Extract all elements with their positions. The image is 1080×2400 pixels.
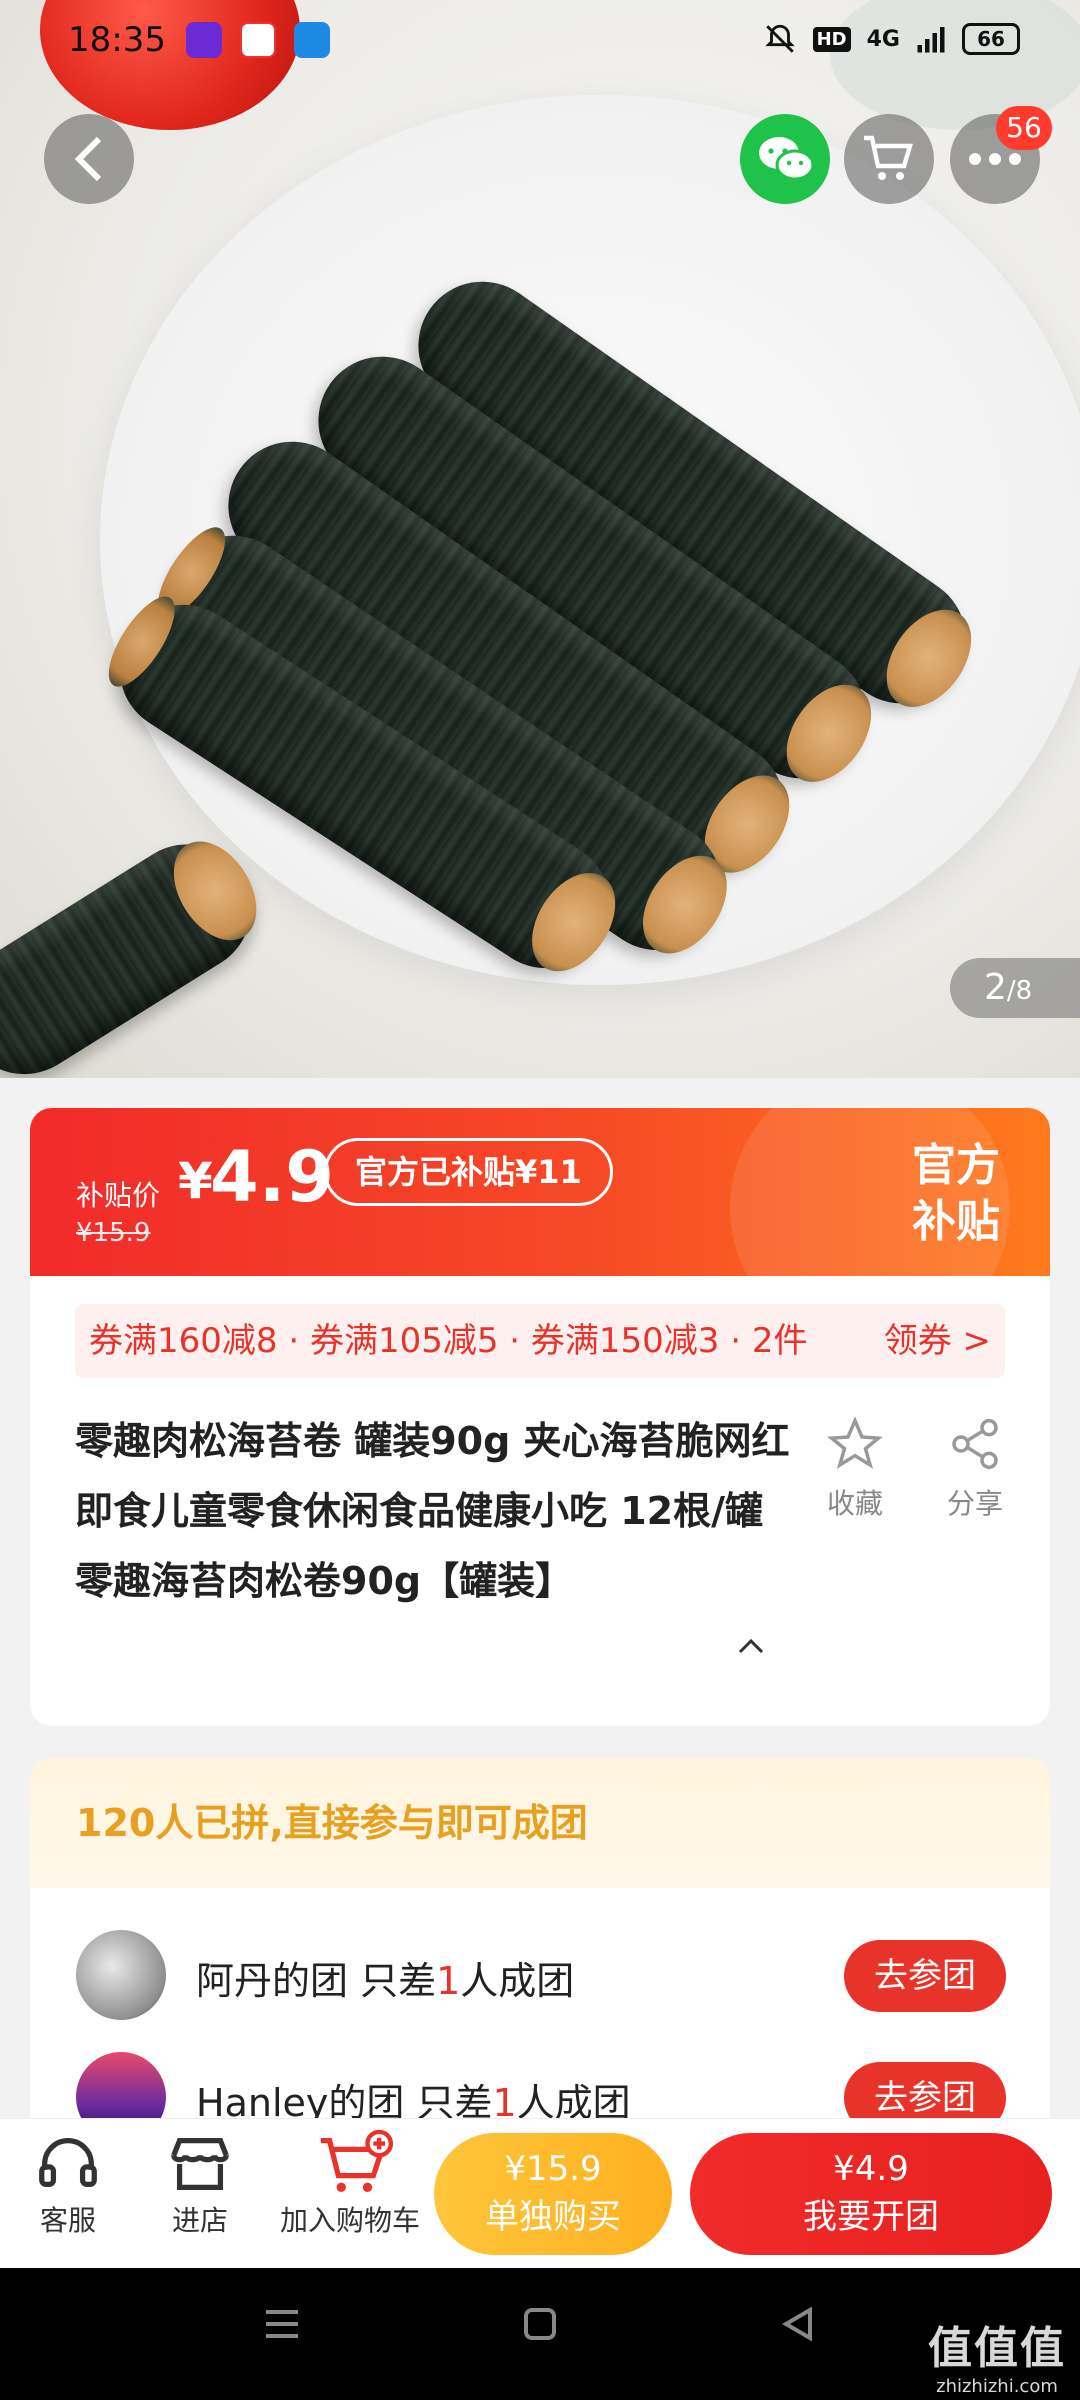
original-price: ¥15.9 [76, 1218, 151, 1248]
product-info-card: 券满160减8 · 券满105减5 · 券满150减3 · 2件 领券 > 零趣… [30, 1276, 1050, 1726]
group-text: 阿丹的团 只差1人成团 [196, 1950, 574, 2005]
back-nav-icon[interactable] [778, 2304, 818, 2344]
signal-icon [917, 27, 945, 53]
product-title: 零趣肉松海苔卷 罐装90g 夹心海苔脆网红即食儿童零食休闲食品健康小吃 12根/… [75, 1419, 790, 1603]
currency-symbol: ¥ [178, 1152, 213, 1210]
group-missing-count: 1 [436, 1959, 461, 2003]
group-buy-card: 120人已拼,直接参与即可成团 阿丹的团 只差1人成团 去参团 Hanley的团… [30, 1758, 1050, 2158]
share-label: 分享 [946, 1487, 1003, 1520]
watermark-brand: 值值值 [928, 2323, 1066, 2374]
avatar [76, 1930, 166, 2020]
image-total: /8 [1006, 976, 1033, 1006]
video-app-icon [186, 22, 222, 58]
official-line2: 补贴 [912, 1196, 1000, 1247]
chevron-left-icon [74, 136, 102, 182]
status-bar: 18:35 HD 4G 66 [0, 0, 1080, 80]
share-icon [952, 1418, 998, 1470]
group-buy-header: 120人已拼,直接参与即可成团 [30, 1758, 1050, 1888]
favorite-button[interactable]: 收藏 [810, 1416, 900, 1522]
official-subsidy-logo: 官方 补贴 [912, 1138, 1000, 1250]
network-indicator: 4G [866, 26, 900, 52]
group-price: ¥4.9 [833, 2149, 909, 2189]
group-name: 阿丹的团 只差 [196, 1959, 437, 2003]
subsidy-price-label: 补贴价 [76, 1179, 161, 1212]
get-coupon-link[interactable]: 领券 > [884, 1304, 991, 1378]
store-icon [171, 2138, 229, 2190]
system-icons: HD 4G 66 [763, 22, 1020, 56]
coupon-text: 券满160减8 · 券满105减5 · 券满150减3 · 2件 [89, 1321, 808, 1361]
store-button[interactable]: 进店 [160, 2129, 240, 2239]
coupon-bar[interactable]: 券满160减8 · 券满105减5 · 券满150减3 · 2件 领券 > [75, 1304, 1005, 1378]
add-to-cart-button[interactable]: 加入购物车 [270, 2129, 430, 2239]
status-time: 18:35 [68, 20, 166, 60]
battery-indicator: 66 [962, 23, 1020, 55]
food-app-icon [240, 22, 276, 58]
cart-count-badge: 56 [996, 106, 1052, 150]
start-group-button[interactable]: ¥4.9 我要开团 [690, 2133, 1052, 2255]
single-price: ¥15.9 [504, 2149, 602, 2189]
group-label: 我要开团 [803, 2197, 939, 2237]
subsidy-amount-pill: 官方已补贴¥11 [324, 1138, 613, 1206]
watermark: 值值值 zhizhizhi.com [928, 2312, 1066, 2397]
cart-button[interactable] [844, 114, 934, 204]
menu-icon[interactable] [262, 2304, 302, 2344]
single-label: 单独购买 [485, 2197, 621, 2237]
price-banner: 补贴价 ¥ 4.9 ¥15.9 官方已补贴¥11 官方 补贴 [30, 1108, 1050, 1276]
group-row: 阿丹的团 只差1人成团 去参团 [76, 1926, 1006, 2026]
buy-single-button[interactable]: ¥15.9 单独购买 [434, 2133, 672, 2255]
image-counter: 2/8 [950, 958, 1080, 1018]
wechat-share-button[interactable] [740, 114, 830, 204]
bottom-action-bar: 客服 进店 加入购物车 ¥15.9 单独购买 ¥4.9 我要开团 [0, 2118, 1080, 2268]
add-cart-label: 加入购物车 [279, 2204, 420, 2237]
mute-bell-icon [764, 24, 795, 53]
official-line1: 官方 [912, 1140, 1000, 1191]
back-button[interactable] [44, 114, 134, 204]
image-index: 2 [984, 967, 1007, 1008]
message-app-icon [294, 22, 330, 58]
service-label: 客服 [39, 2204, 96, 2237]
notification-icons [186, 22, 330, 58]
home-icon[interactable] [520, 2304, 560, 2344]
favorite-label: 收藏 [826, 1487, 883, 1520]
chevron-up-icon[interactable] [736, 1636, 766, 1656]
group-suffix: 人成团 [460, 1959, 575, 2003]
add-cart-icon [320, 2129, 394, 2192]
watermark-domain: zhizhizhi.com [936, 2376, 1058, 2397]
headset-icon [39, 2138, 97, 2188]
cart-icon [864, 135, 913, 180]
star-icon [827, 1416, 883, 1469]
system-nav-bar [0, 2268, 1080, 2400]
store-label: 进店 [171, 2204, 228, 2237]
seaweed-roll [0, 820, 276, 1078]
join-group-button[interactable]: 去参团 [844, 1940, 1006, 2012]
wechat-icon [759, 137, 815, 181]
more-dots-icon [969, 153, 1021, 165]
hd-indicator: HD [812, 26, 851, 52]
share-button[interactable]: 分享 [930, 1416, 1020, 1522]
subsidy-price: 4.9 [210, 1136, 335, 1218]
customer-service-button[interactable]: 客服 [28, 2129, 108, 2239]
